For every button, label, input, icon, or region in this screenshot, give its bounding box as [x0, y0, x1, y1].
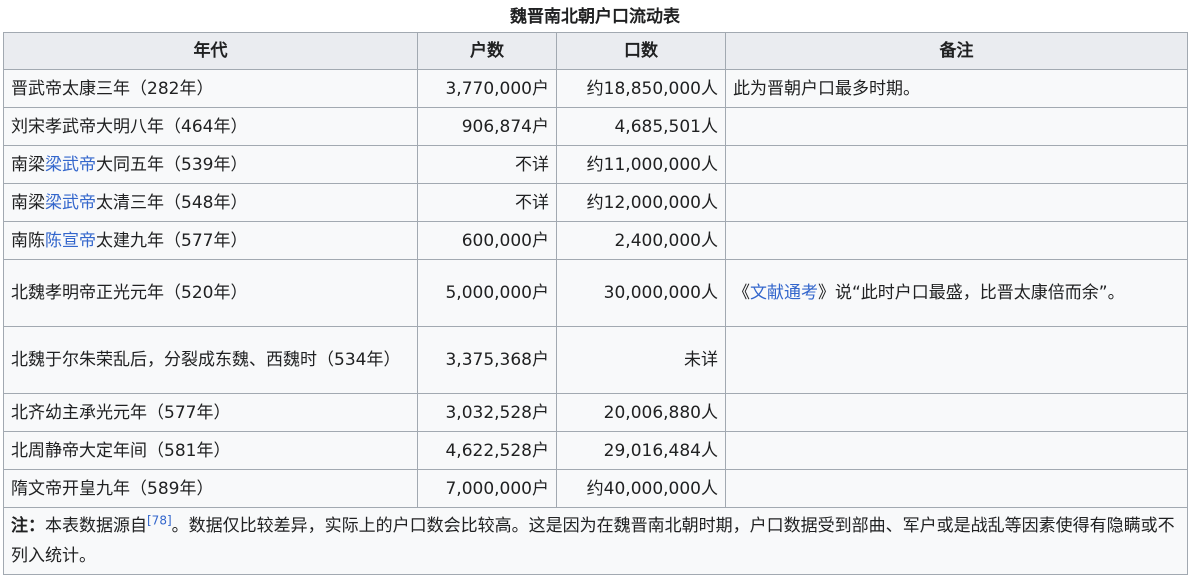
note-cell: [725, 183, 1188, 222]
footnote-text-post: 。数据仅比较差异，实际上的户口数会比较高。这是因为在魏晋南北朝时期，户口数据受到…: [11, 516, 1175, 566]
footnote-text-pre: 本表数据源自: [45, 516, 147, 536]
table-row: 北魏于尔朱荣乱后，分裂成东魏、西魏时（534年） 3,375,368户 未详: [3, 326, 1188, 394]
era-cell: 南陈陈宣帝太建九年（577年）: [3, 221, 418, 260]
note-text-open: 《: [733, 283, 750, 303]
note-cell: [725, 431, 1188, 470]
table-row: 南梁梁武帝大同五年（539年） 不详 约11,000,000人: [3, 145, 1188, 184]
table-row: 北魏孝明帝正光元年（520年） 5,000,000户 30,000,000人 《…: [3, 259, 1188, 327]
emperor-link-chen-xuandi[interactable]: 陈宣帝: [45, 231, 96, 251]
era-cell: 隋文帝开皇九年（589年）: [3, 469, 418, 508]
era-text: 晋武帝太康三年（282年）: [11, 78, 214, 99]
population-cell: 2,400,000人: [556, 221, 726, 260]
note-cell: [725, 469, 1188, 508]
footnote-label: 注：: [11, 516, 45, 536]
era-cell: 北齐幼主承光元年（577年）: [3, 393, 418, 432]
era-text: 北齐幼主承光元年（577年）: [11, 402, 231, 423]
header-population[interactable]: 口数: [556, 32, 726, 70]
households-cell: 3,375,368户: [417, 326, 557, 394]
households-cell: 3,770,000户: [417, 69, 557, 108]
households-cell: 906,874户: [417, 107, 557, 146]
era-text: 隋文帝开皇九年（589年）: [11, 478, 214, 499]
table-row: 南梁梁武帝太清三年（548年） 不详 约12,000,000人: [3, 183, 1188, 222]
population-cell: 29,016,484人: [556, 431, 726, 470]
households-cell: 3,032,528户: [417, 393, 557, 432]
households-cell: 4,622,528户: [417, 431, 557, 470]
emperor-link-liang-wudi[interactable]: 梁武帝: [45, 193, 96, 213]
header-notes[interactable]: 备注: [725, 32, 1188, 70]
wenxian-tongkao-link[interactable]: 文献通考: [750, 283, 818, 303]
note-cell: [725, 145, 1188, 184]
population-cell: 未详: [556, 326, 726, 394]
population-cell: 约40,000,000人: [556, 469, 726, 508]
table-row: 隋文帝开皇九年（589年） 7,000,000户 约40,000,000人: [3, 469, 1188, 508]
note-cell: 此为晋朝户口最多时期。: [725, 69, 1188, 108]
note-cell: [725, 393, 1188, 432]
population-cell: 4,685,501人: [556, 107, 726, 146]
header-era[interactable]: 年代: [3, 32, 418, 70]
era-cell: 南梁梁武帝大同五年（539年）: [3, 145, 418, 184]
table-row: 南陈陈宣帝太建九年（577年） 600,000户 2,400,000人: [3, 221, 1188, 260]
era-cell: 北魏孝明帝正光元年（520年）: [3, 259, 418, 327]
era-text: 北魏孝明帝正光元年（520年）: [11, 283, 248, 303]
emperor-link-liang-wudi[interactable]: 梁武帝: [45, 155, 96, 175]
households-cell: 不详: [417, 145, 557, 184]
note-cell: [725, 107, 1188, 146]
table-wrapper: 魏晋南北朝户口流动表 年代 户数 口数 备注 晋武帝太康三年（282年） 3,7…: [3, 0, 1188, 575]
households-cell: 5,000,000户: [417, 259, 557, 327]
note-cell: [725, 221, 1188, 260]
households-cell: 7,000,000户: [417, 469, 557, 508]
households-cell: 600,000户: [417, 221, 557, 260]
table-caption: 魏晋南北朝户口流动表: [510, 7, 680, 27]
era-text: 北魏于尔朱荣乱后，分裂成东魏、西魏时（534年）: [11, 350, 401, 370]
era-text: 刘宋孝武帝大明八年（464年）: [11, 116, 248, 137]
population-cell: 30,000,000人: [556, 259, 726, 327]
households-cell: 不详: [417, 183, 557, 222]
era-text-period: 太清三年（548年）: [96, 192, 248, 213]
era-text-dynasty: 南梁: [11, 192, 45, 213]
era-cell: 晋武帝太康三年（282年）: [3, 69, 418, 108]
era-text: 北周静帝大定年间（581年）: [11, 440, 231, 461]
era-text-period: 大同五年（539年）: [96, 154, 248, 175]
footnote-row: 注：本表数据源自[78]。数据仅比较差异，实际上的户口数会比较高。这是因为在魏晋…: [3, 507, 1188, 575]
era-cell: 北周静帝大定年间（581年）: [3, 431, 418, 470]
era-cell: 南梁梁武帝太清三年（548年）: [3, 183, 418, 222]
population-cell: 20,006,880人: [556, 393, 726, 432]
table-row: 刘宋孝武帝大明八年（464年） 906,874户 4,685,501人: [3, 107, 1188, 146]
table-row: 晋武帝太康三年（282年） 3,770,000户 约18,850,000人 此为…: [3, 69, 1188, 108]
table-row: 北周静帝大定年间（581年） 4,622,528户 29,016,484人: [3, 431, 1188, 470]
census-table: 年代 户数 口数 备注 晋武帝太康三年（282年） 3,770,000户 约18…: [3, 32, 1188, 575]
era-cell: 刘宋孝武帝大明八年（464年）: [3, 107, 418, 146]
era-text-period: 太建九年（577年）: [96, 230, 248, 251]
reference-link[interactable]: [78]: [147, 513, 172, 527]
era-text-dynasty: 南陈: [11, 230, 45, 251]
note-text-quote: 》说“此时户口最盛，比晋太康倍而余”。: [818, 283, 1125, 303]
note-cell: 《文献通考》说“此时户口最盛，比晋太康倍而余”。: [725, 259, 1188, 327]
era-cell: 北魏于尔朱荣乱后，分裂成东魏、西魏时（534年）: [3, 326, 418, 394]
era-text-dynasty: 南梁: [11, 154, 45, 175]
table-row: 北齐幼主承光元年（577年） 3,032,528户 20,006,880人: [3, 393, 1188, 432]
population-cell: 约11,000,000人: [556, 145, 726, 184]
population-cell: 约18,850,000人: [556, 69, 726, 108]
footnote-cell: 注：本表数据源自[78]。数据仅比较差异，实际上的户口数会比较高。这是因为在魏晋…: [3, 507, 1188, 575]
header-households[interactable]: 户数: [417, 32, 557, 70]
note-cell: [725, 326, 1188, 394]
population-cell: 约12,000,000人: [556, 183, 726, 222]
header-row: 年代 户数 口数 备注: [3, 32, 1188, 70]
